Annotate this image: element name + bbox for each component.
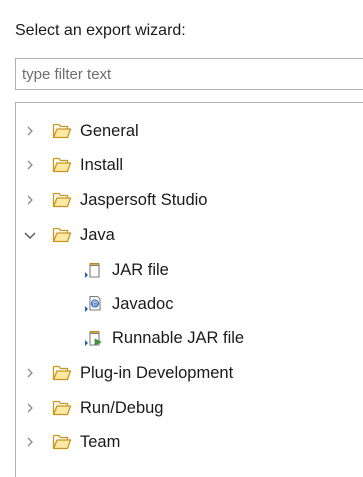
tree-item-label: Javadoc <box>112 295 174 313</box>
folder-icon <box>52 157 72 173</box>
folder-icon <box>52 192 72 208</box>
chevron-right-icon[interactable] <box>22 157 38 173</box>
folder-icon <box>52 365 72 381</box>
tree-item-label: Install <box>80 156 124 174</box>
folder-icon <box>52 123 72 139</box>
tree-item-plug-in-development[interactable]: Plug-in Development <box>16 357 363 389</box>
filter-input[interactable] <box>16 59 363 89</box>
tree-item-runnable-jar-file[interactable]: Runnable JAR file <box>16 322 363 354</box>
runnable-jar-icon <box>85 331 102 346</box>
chevron-right-icon[interactable] <box>22 434 38 450</box>
tree-item-jaspersoft-studio[interactable]: Jaspersoft Studio <box>16 184 363 216</box>
folder-icon <box>52 434 72 450</box>
tree-item-general[interactable]: General <box>16 115 363 147</box>
wizard-prompt-label: Select an export wizard: <box>15 22 186 39</box>
chevron-right-icon[interactable] <box>22 400 38 416</box>
filter-field[interactable] <box>15 58 363 90</box>
tree-item-label: Plug-in Development <box>80 364 234 382</box>
tree-item-jar-file[interactable]: JAR file <box>16 254 363 286</box>
wizard-tree[interactable]: General Install Jaspersoft Studio Java J… <box>15 102 363 477</box>
tree-item-install[interactable]: Install <box>16 149 363 181</box>
chevron-right-icon[interactable] <box>22 123 38 139</box>
chevron-right-icon[interactable] <box>22 192 38 208</box>
jar-file-icon <box>85 263 100 278</box>
tree-item-label: Jaspersoft Studio <box>80 191 208 209</box>
chevron-right-icon[interactable] <box>22 365 38 381</box>
tree-item-java[interactable]: Java <box>16 219 363 251</box>
folder-icon <box>52 400 72 416</box>
export-wizard-panel: Select an export wizard: General In <box>0 0 363 477</box>
tree-item-team[interactable]: Team <box>16 426 363 458</box>
tree-item-label: JAR file <box>112 261 169 279</box>
folder-icon <box>52 227 72 243</box>
tree-item-run-debug[interactable]: Run/Debug <box>16 392 363 424</box>
tree-item-label: Team <box>80 433 121 451</box>
tree-item-label: General <box>80 122 139 140</box>
tree-item-label: Runnable JAR file <box>112 329 245 347</box>
tree-item-label: Java <box>80 226 115 244</box>
chevron-down-icon[interactable] <box>22 227 38 243</box>
tree-item-label: Run/Debug <box>80 399 164 417</box>
svg-text:@: @ <box>92 300 99 308</box>
javadoc-icon: @ <box>85 295 101 312</box>
tree-item-javadoc[interactable]: @ Javadoc <box>16 288 363 320</box>
